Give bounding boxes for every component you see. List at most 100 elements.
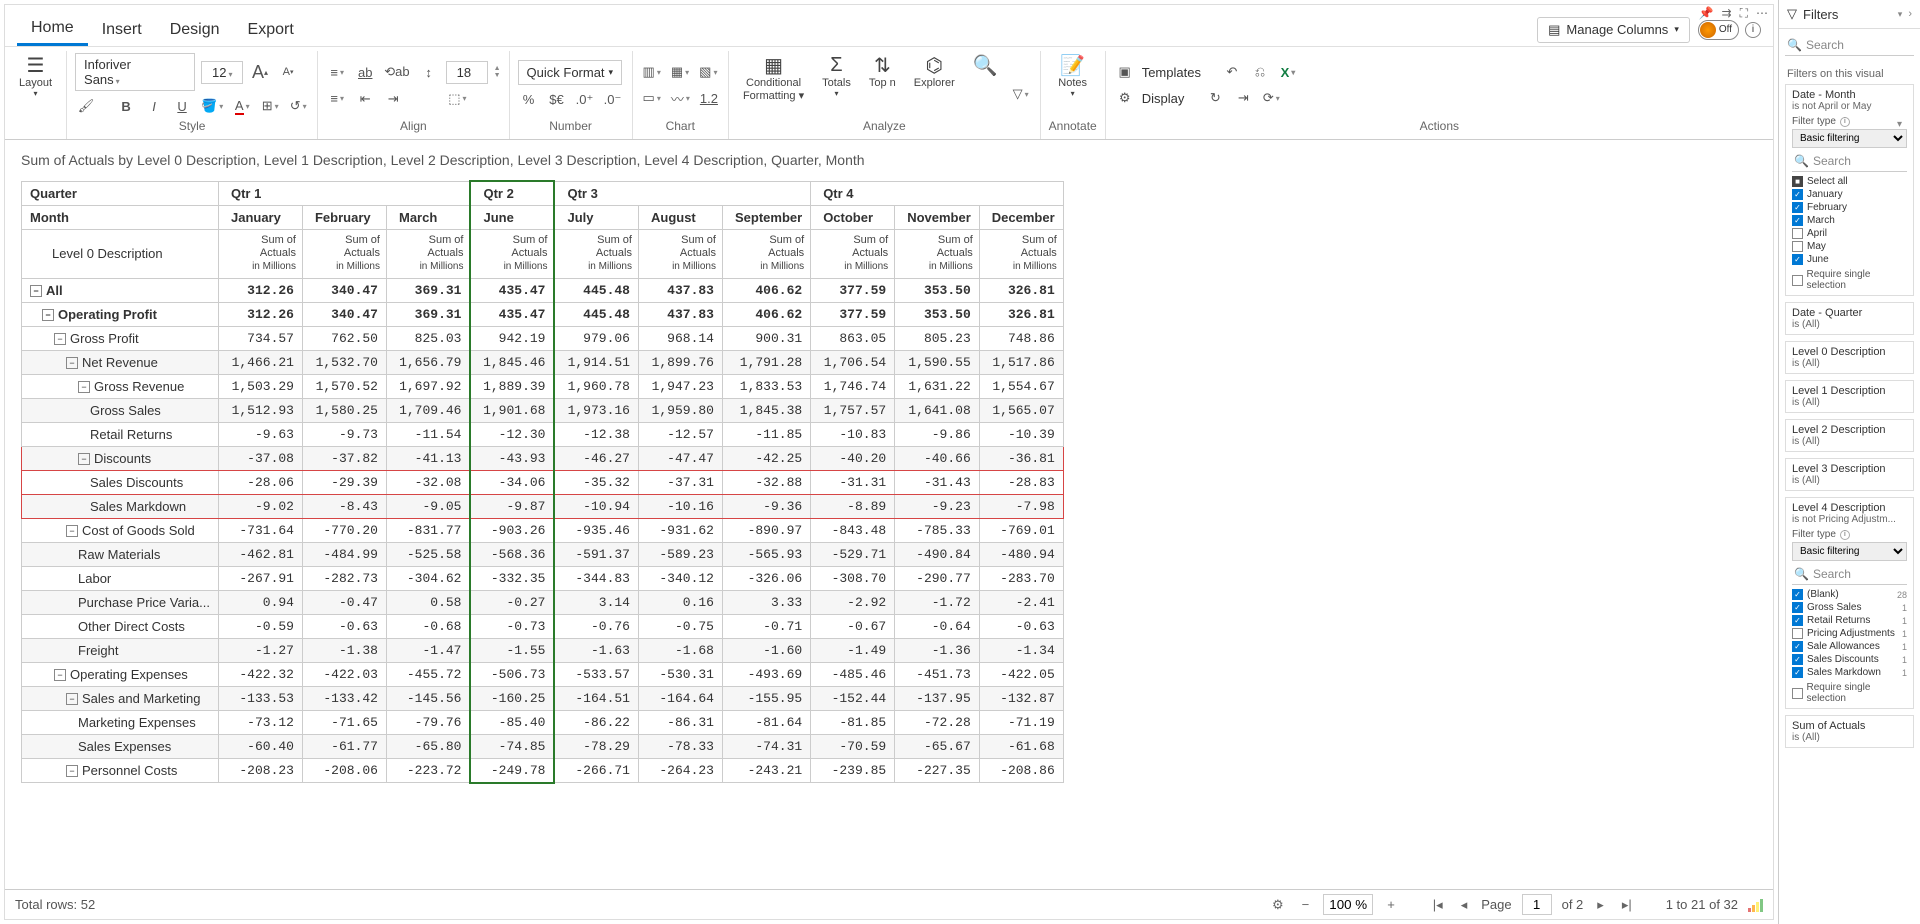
percent-button[interactable]: % [518, 89, 540, 111]
italic-button[interactable]: I [143, 95, 165, 117]
tab-export[interactable]: Export [234, 15, 308, 45]
last-page-button[interactable]: ▸| [1618, 897, 1636, 913]
filter-card-l3[interactable]: Level 3 Description is (All) [1785, 458, 1914, 491]
collapse-icon[interactable]: − [78, 381, 90, 393]
collapse-icon[interactable]: − [66, 693, 78, 705]
checkbox-icon[interactable]: ✓ [1792, 641, 1803, 652]
collapse-icon[interactable]: − [54, 669, 66, 681]
checkbox-icon[interactable]: ✓ [1792, 654, 1803, 665]
require-single-checkbox[interactable] [1792, 275, 1803, 286]
stacked-chart-button[interactable]: ▦ [669, 61, 691, 83]
next-page-button[interactable]: ▸ [1593, 897, 1608, 913]
filter-card-month[interactable]: Date - Month is not April or May Filter … [1785, 84, 1914, 296]
row-height-input[interactable]: 18 [446, 61, 488, 84]
templates-button[interactable]: Templates [1142, 65, 1201, 80]
table-row[interactable]: −Operating Profit312.26340.47369.31435.4… [22, 302, 1064, 326]
increase-decimal-button[interactable]: .0⁺ [574, 89, 596, 111]
zoom-input[interactable] [1323, 894, 1373, 915]
collapse-icon[interactable]: − [66, 765, 78, 777]
undo-button[interactable]: ↶ [1221, 61, 1243, 83]
filter-list-item[interactable]: ✓Sale Allowances1 [1792, 640, 1907, 653]
totals-button[interactable]: Σ Totals ▾ [816, 53, 857, 98]
checkbox-icon[interactable]: ✓ [1792, 667, 1803, 678]
increase-font-button[interactable]: A▴ [249, 61, 271, 83]
spark-line-button[interactable]: 〰 [669, 87, 692, 109]
filter-card-l1[interactable]: Level 1 Description is (All) [1785, 380, 1914, 413]
waterfall-button[interactable]: ▧ [697, 61, 719, 83]
collapse-icon[interactable]: − [66, 357, 78, 369]
orientation-button[interactable]: ⟲ab [382, 61, 411, 83]
excel-button[interactable]: X [1277, 61, 1299, 83]
stepper-up[interactable]: ▲ [494, 65, 501, 72]
filter-list-item[interactable]: ✓March [1792, 214, 1907, 227]
data-table[interactable]: QuarterQtr 1Qtr 2Qtr 3Qtr 4MonthJanuaryF… [21, 180, 1064, 784]
zoom-in-button[interactable]: + [1383, 897, 1399, 912]
h-align-button[interactable]: ≡ [326, 61, 348, 83]
borders-button[interactable]: ⊞ [259, 95, 281, 117]
bold-button[interactable]: B [115, 95, 137, 117]
tab-design[interactable]: Design [156, 15, 234, 45]
table-row[interactable]: −Gross Revenue1,503.291,570.521,697.921,… [22, 374, 1064, 398]
filter-list-item[interactable]: ✓Sales Discounts1 [1792, 653, 1907, 666]
info-small-icon[interactable]: i [1840, 117, 1850, 127]
checkbox-icon[interactable]: ✓ [1792, 189, 1803, 200]
page-number-input[interactable] [1522, 894, 1552, 915]
checkbox-icon[interactable] [1792, 628, 1803, 639]
filter-list-item[interactable]: Pricing Adjustments1 [1792, 627, 1907, 640]
bullet-chart-button[interactable]: ▭ [641, 87, 663, 109]
value-label-button[interactable]: 1.2 [698, 87, 720, 109]
collapse-icon[interactable]: − [66, 525, 78, 537]
prev-page-button[interactable]: ◂ [1457, 897, 1472, 913]
table-row[interactable]: −Net Revenue1,466.211,532.701,656.791,84… [22, 350, 1064, 374]
row-height-button[interactable]: ↕ [418, 61, 440, 83]
checkbox-icon[interactable]: ✓ [1792, 589, 1803, 600]
dedent-button[interactable]: ⇤ [354, 88, 376, 110]
table-row[interactable]: Labor-267.91-282.73-304.62-332.35-344.83… [22, 566, 1064, 590]
collapse-icon[interactable]: − [54, 333, 66, 345]
table-row[interactable]: −Sales and Marketing-133.53-133.42-145.5… [22, 686, 1064, 710]
filter-list-item[interactable]: April [1792, 227, 1907, 240]
currency-button[interactable]: $€ [546, 89, 568, 111]
filter-list-item[interactable]: May [1792, 240, 1907, 253]
table-row[interactable]: Raw Materials-462.81-484.99-525.58-568.3… [22, 542, 1064, 566]
topn-button[interactable]: ⇅ Top n [863, 53, 902, 89]
filter-card-sumactuals[interactable]: Sum of Actuals is (All) [1785, 715, 1914, 748]
decrease-decimal-button[interactable]: .0⁻ [602, 89, 624, 111]
wrap-text-button[interactable]: ab [354, 61, 376, 83]
focus-icon[interactable]: ⛶ [1740, 6, 1748, 21]
table-row[interactable]: Freight-1.27-1.38-1.47-1.55-1.63-1.68-1.… [22, 638, 1064, 662]
stepper-down[interactable]: ▼ [494, 72, 501, 79]
checkbox-icon[interactable]: ✓ [1792, 602, 1803, 613]
first-page-button[interactable]: |◂ [1429, 897, 1447, 913]
ribbon-collapse-icon[interactable]: ▾ [1897, 119, 1902, 130]
toggle-switch[interactable]: Off [1698, 20, 1739, 40]
filter-list-item[interactable]: ✓Sales Markdown1 [1792, 666, 1907, 678]
table-row[interactable]: −Operating Expenses-422.32-422.03-455.72… [22, 662, 1064, 686]
decrease-font-button[interactable]: A▾ [277, 61, 299, 83]
more-icon[interactable]: ⋯ [1756, 6, 1768, 21]
collapse-icon[interactable]: − [78, 453, 90, 465]
quick-format-dropdown[interactable]: Quick Format ▾ [518, 60, 623, 85]
checkbox-icon[interactable]: ✓ [1792, 202, 1803, 213]
filter-button[interactable]: ▽ [1010, 83, 1032, 105]
table-row[interactable]: −All312.26340.47369.31435.47445.48437.83… [22, 278, 1064, 302]
info-small-icon[interactable]: i [1840, 530, 1850, 540]
info-icon[interactable]: i [1745, 22, 1761, 38]
redo-button[interactable]: ⎌ [1249, 61, 1271, 83]
filter-type-select[interactable]: Basic filtering [1792, 129, 1907, 148]
filter-list-item[interactable]: ■Select all [1792, 175, 1907, 188]
filter-type-select2[interactable]: Basic filtering [1792, 542, 1907, 561]
filter-card-l0[interactable]: Level 0 Description is (All) [1785, 341, 1914, 374]
notes-button[interactable]: 📝 Notes ▾ [1052, 53, 1093, 98]
table-row[interactable]: Marketing Expenses-73.12-71.65-79.76-85.… [22, 710, 1064, 734]
table-row[interactable]: Other Direct Costs-0.59-0.63-0.68-0.73-0… [22, 614, 1064, 638]
filter-list-item[interactable]: ✓Gross Sales1 [1792, 601, 1907, 614]
require-single-checkbox2[interactable] [1792, 688, 1803, 699]
underline-button[interactable]: U [171, 95, 193, 117]
tab-insert[interactable]: Insert [88, 15, 156, 45]
table-row[interactable]: −Personnel Costs-208.23-208.06-223.72-24… [22, 758, 1064, 783]
filter-list-item[interactable]: ✓Retail Returns1 [1792, 614, 1907, 627]
table-row[interactable]: Gross Sales1,512.931,580.251,709.461,901… [22, 398, 1064, 422]
filter-list-item[interactable]: ✓June [1792, 253, 1907, 265]
table-row[interactable]: Sales Markdown-9.02-8.43-9.05-9.87-10.94… [22, 494, 1064, 518]
